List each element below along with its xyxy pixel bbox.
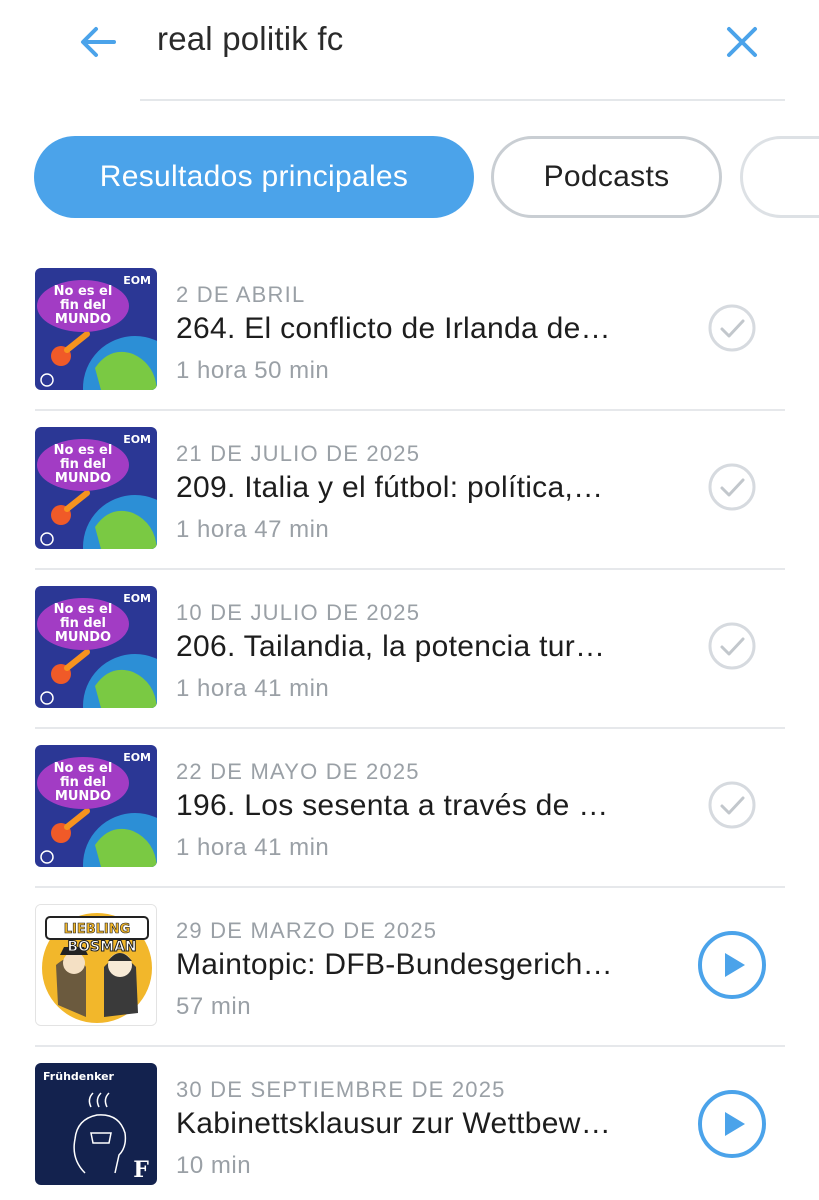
art-text: MUNDO: [55, 630, 111, 645]
episode-artwork: LIEBLING BOSMAN: [35, 904, 157, 1026]
art-text: BOSMAN: [67, 939, 136, 955]
episode-duration: 1 hora 41 min: [176, 834, 330, 861]
episode-title: Kabinettsklausur zur Wettbew…: [176, 1107, 611, 1140]
episode-row[interactable]: No es el fin del MUNDO EOM 22 DE MAYO DE…: [0, 735, 819, 894]
art-badge: EOM: [123, 274, 151, 287]
art-badge: EOM: [123, 751, 151, 764]
episode-row[interactable]: No es el fin del MUNDO EOM 21 DE JULIO D…: [0, 417, 819, 576]
search-bar: real politik fc: [0, 0, 819, 101]
chip-podcasts[interactable]: Podcasts: [491, 136, 722, 218]
played-status-button[interactable]: [700, 614, 764, 678]
clear-search-button[interactable]: [714, 14, 770, 70]
art-text: fin del: [60, 298, 106, 313]
play-button[interactable]: [697, 1089, 767, 1159]
episode-date: 29 DE MARZO DE 2025: [176, 918, 438, 943]
check-circle-icon: [708, 463, 756, 511]
art-text: fin del: [60, 616, 106, 631]
episode-date: 21 DE JULIO DE 2025: [176, 441, 421, 466]
episode-date: 2 DE ABRIL: [176, 282, 306, 307]
played-status-button[interactable]: [700, 773, 764, 837]
art-badge: EOM: [123, 592, 151, 605]
search-input[interactable]: real politik fc: [157, 20, 343, 58]
episode-title: 264. El conflicto de Irlanda de…: [176, 312, 611, 345]
played-status-button[interactable]: [700, 296, 764, 360]
episode-date: 30 DE SEPTIEMBRE DE 2025: [176, 1077, 506, 1102]
episode-artwork: No es el fin del MUNDO EOM: [35, 586, 157, 708]
check-circle-icon: [708, 622, 756, 670]
play-circle-icon: [698, 1090, 766, 1158]
play-button[interactable]: [697, 930, 767, 1000]
check-circle-icon: [708, 304, 756, 352]
episode-artwork: No es el fin del MUNDO EOM: [35, 745, 157, 867]
art-text: F: [133, 1157, 149, 1183]
art-text: Frühdenker: [43, 1070, 115, 1083]
art-text: MUNDO: [55, 312, 111, 327]
played-status-button[interactable]: [700, 455, 764, 519]
arrow-left-icon: [81, 27, 116, 57]
row-divider: [35, 409, 785, 411]
episode-title: 206. Tailandia, la potencia tur…: [176, 630, 606, 663]
episode-date: 22 DE MAYO DE 2025: [176, 759, 420, 784]
chip-label: Resultados principales: [99, 160, 409, 193]
search-divider: [140, 99, 785, 101]
episode-duration: 1 hora 50 min: [176, 357, 330, 384]
episode-duration: 1 hora 47 min: [176, 516, 330, 543]
episode-row[interactable]: No es el fin del MUNDO EOM 10 DE JULIO D…: [0, 576, 819, 735]
row-divider: [35, 1045, 785, 1047]
episode-row[interactable]: Frühdenker F 30 DE SEPTIEMBRE DE 2025 Ka…: [0, 1053, 819, 1200]
episode-row[interactable]: LIEBLING BOSMAN 29 DE MARZO DE 2025 Main…: [0, 894, 819, 1053]
chip-more[interactable]: [740, 136, 819, 218]
art-badge: EOM: [123, 433, 151, 446]
episode-duration: 57 min: [176, 993, 252, 1020]
close-icon: [727, 27, 757, 57]
episode-title: Maintopic: DFB-Bundesgerich…: [176, 948, 613, 981]
art-text: No es el: [54, 761, 113, 776]
episode-duration: 10 min: [176, 1152, 252, 1179]
art-text: fin del: [60, 775, 106, 790]
chip-label: Podcasts: [543, 160, 670, 193]
row-divider: [35, 568, 785, 570]
art-text: LIEBLING: [64, 922, 131, 937]
check-circle-icon: [708, 781, 756, 829]
art-text: MUNDO: [55, 789, 111, 804]
art-text: MUNDO: [55, 471, 111, 486]
back-button[interactable]: [70, 14, 126, 70]
filter-chips: Resultados principales Podcasts: [0, 136, 819, 218]
art-text: No es el: [54, 602, 113, 617]
play-circle-icon: [698, 931, 766, 999]
chip-top-results[interactable]: Resultados principales: [34, 136, 474, 218]
episode-duration: 1 hora 41 min: [176, 675, 330, 702]
row-divider: [35, 886, 785, 888]
episode-row[interactable]: No es el fin del MUNDO EOM 2 DE ABRIL 26…: [0, 258, 819, 417]
art-text: fin del: [60, 457, 106, 472]
episode-artwork: No es el fin del MUNDO EOM: [35, 268, 157, 390]
episode-artwork: Frühdenker F: [35, 1063, 157, 1185]
episode-artwork: No es el fin del MUNDO EOM: [35, 427, 157, 549]
episode-date: 10 DE JULIO DE 2025: [176, 600, 421, 625]
art-text: No es el: [54, 284, 113, 299]
art-text: No es el: [54, 443, 113, 458]
episode-title: 196. Los sesenta a través de …: [176, 789, 609, 822]
row-divider: [35, 727, 785, 729]
episode-title: 209. Italia y el fútbol: política,…: [176, 471, 604, 504]
